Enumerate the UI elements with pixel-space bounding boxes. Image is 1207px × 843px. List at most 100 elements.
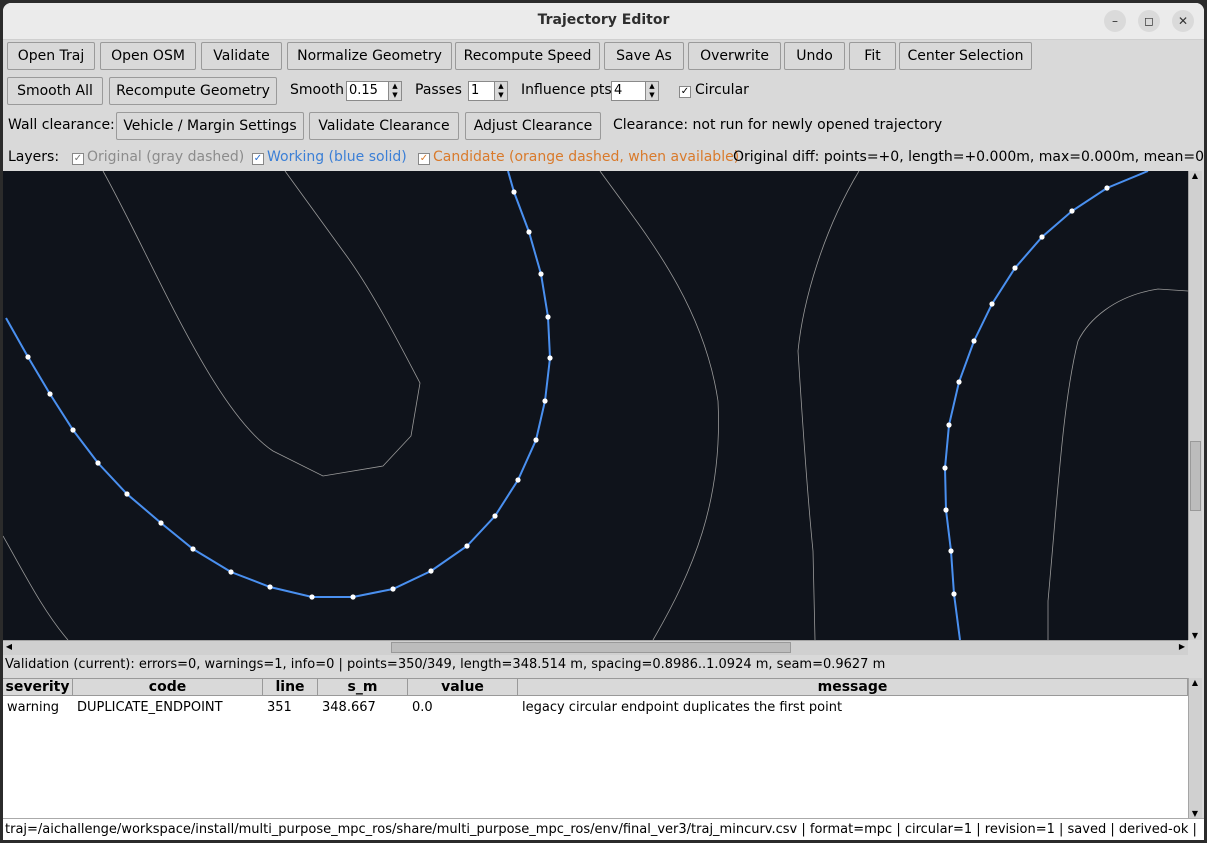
track-boundary-line bbox=[3, 535, 69, 640]
working-trajectory-line[interactable] bbox=[5, 171, 552, 598]
trajectory-point[interactable] bbox=[538, 271, 544, 277]
candidate-layer-label: Candidate (orange dashed, when available… bbox=[433, 149, 740, 165]
trajectory-point[interactable] bbox=[971, 338, 977, 344]
trajectory-point[interactable] bbox=[515, 477, 521, 483]
issues-table[interactable]: severity code line s_m value message war… bbox=[3, 678, 1188, 819]
column-header-s-m[interactable]: s_m bbox=[318, 679, 408, 696]
spin-down-icon[interactable]: ▼ bbox=[494, 91, 507, 100]
working-trajectory-line[interactable] bbox=[943, 171, 1149, 640]
overwrite-button[interactable]: Overwrite bbox=[688, 42, 781, 70]
trajectory-point[interactable] bbox=[1104, 185, 1110, 191]
working-layer-checkbox[interactable]: ✓ bbox=[252, 153, 264, 165]
scroll-down-icon[interactable]: ▼ bbox=[1189, 809, 1201, 818]
adjust-clearance-button[interactable]: Adjust Clearance bbox=[465, 112, 601, 140]
trajectory-point[interactable] bbox=[1069, 208, 1075, 214]
trajectory-point[interactable] bbox=[511, 189, 517, 195]
fit-button[interactable]: Fit bbox=[849, 42, 896, 70]
trajectory-point[interactable] bbox=[428, 568, 434, 574]
trajectory-point[interactable] bbox=[95, 460, 101, 466]
trajectory-point[interactable] bbox=[948, 548, 954, 554]
trajectory-point[interactable] bbox=[542, 398, 548, 404]
scroll-left-icon[interactable]: ◀ bbox=[3, 642, 15, 651]
candidate-layer-checkbox[interactable]: ✓ bbox=[418, 153, 430, 165]
save-as-button[interactable]: Save As bbox=[604, 42, 684, 70]
spin-down-icon[interactable]: ▼ bbox=[388, 91, 401, 100]
close-icon[interactable]: ✕ bbox=[1172, 10, 1194, 32]
minimize-icon[interactable]: – bbox=[1104, 10, 1126, 32]
validate-clearance-button[interactable]: Validate Clearance bbox=[309, 112, 459, 140]
trajectory-point[interactable] bbox=[943, 507, 949, 513]
passes-label: Passes bbox=[415, 82, 462, 98]
clearance-status: Clearance: not run for newly opened traj… bbox=[613, 117, 943, 133]
smooth-label: Smooth bbox=[290, 82, 345, 98]
trajectory-point[interactable] bbox=[989, 301, 995, 307]
original-layer-checkbox[interactable]: ✓ bbox=[72, 153, 84, 165]
validate-button[interactable]: Validate bbox=[201, 42, 282, 70]
spin-up-icon[interactable]: ▲ bbox=[494, 82, 507, 91]
trajectory-point[interactable] bbox=[1039, 234, 1045, 240]
open-traj-button[interactable]: Open Traj bbox=[7, 42, 95, 70]
column-header-message[interactable]: message bbox=[518, 679, 1188, 696]
spin-down-icon[interactable]: ▼ bbox=[645, 91, 658, 100]
maximize-icon[interactable]: ◻ bbox=[1138, 10, 1160, 32]
trajectory-point[interactable] bbox=[228, 569, 234, 575]
spin-up-icon[interactable]: ▲ bbox=[645, 82, 658, 91]
influence-value: 4 bbox=[614, 83, 623, 98]
scroll-right-icon[interactable]: ▶ bbox=[1176, 642, 1188, 651]
scroll-down-icon[interactable]: ▼ bbox=[1189, 631, 1201, 640]
trajectory-point[interactable] bbox=[942, 465, 948, 471]
trajectory-point[interactable] bbox=[951, 591, 957, 597]
trajectory-point[interactable] bbox=[526, 229, 532, 235]
trajectory-point[interactable] bbox=[390, 586, 396, 592]
trajectory-point[interactable] bbox=[350, 594, 356, 600]
trajectory-point[interactable] bbox=[1012, 265, 1018, 271]
normalize-geometry-button[interactable]: Normalize Geometry bbox=[287, 42, 452, 70]
vehicle-margin-settings-button[interactable]: Vehicle / Margin Settings bbox=[116, 112, 304, 140]
influence-label: Influence pts bbox=[521, 82, 612, 98]
open-osm-button[interactable]: Open OSM bbox=[100, 42, 196, 70]
cell-line: 351 bbox=[267, 700, 292, 715]
vertical-scrollbar[interactable]: ▲ ▼ bbox=[1188, 171, 1202, 640]
scroll-up-icon[interactable]: ▲ bbox=[1189, 678, 1201, 687]
trajectory-points[interactable] bbox=[25, 185, 1110, 600]
column-header-line[interactable]: line bbox=[263, 679, 318, 696]
horizontal-scrollbar[interactable]: ◀ ▶ bbox=[3, 640, 1188, 655]
vertical-scroll-thumb[interactable] bbox=[1190, 441, 1201, 511]
center-selection-button[interactable]: Center Selection bbox=[899, 42, 1032, 70]
trajectory-point[interactable] bbox=[946, 422, 952, 428]
trajectory-point[interactable] bbox=[25, 354, 31, 360]
recompute-geometry-button[interactable]: Recompute Geometry bbox=[109, 77, 277, 105]
column-header-code[interactable]: code bbox=[73, 679, 263, 696]
table-vertical-scrollbar[interactable]: ▲ ▼ bbox=[1188, 678, 1202, 818]
undo-button[interactable]: Undo bbox=[784, 42, 845, 70]
trajectory-point[interactable] bbox=[70, 427, 76, 433]
column-header-value[interactable]: value bbox=[408, 679, 518, 696]
smooth-all-button[interactable]: Smooth All bbox=[7, 77, 103, 105]
trajectory-point[interactable] bbox=[47, 391, 53, 397]
map-canvas[interactable] bbox=[3, 171, 1188, 640]
horizontal-scroll-thumb[interactable] bbox=[391, 642, 791, 653]
passes-spinbox[interactable]: 1 ▲ ▼ bbox=[468, 81, 508, 101]
column-header-severity[interactable]: severity bbox=[3, 679, 73, 696]
scroll-up-icon[interactable]: ▲ bbox=[1189, 171, 1201, 180]
trajectory-point[interactable] bbox=[190, 546, 196, 552]
working-layer-label: Working (blue solid) bbox=[267, 149, 407, 165]
trajectory-point[interactable] bbox=[464, 543, 470, 549]
track-boundaries bbox=[3, 171, 1188, 640]
trajectory-point[interactable] bbox=[267, 584, 273, 590]
map-svg[interactable] bbox=[3, 171, 1188, 640]
spin-up-icon[interactable]: ▲ bbox=[388, 82, 401, 91]
recompute-speed-button[interactable]: Recompute Speed bbox=[455, 42, 600, 70]
trajectory-point[interactable] bbox=[492, 513, 498, 519]
influence-spinbox[interactable]: 4 ▲ ▼ bbox=[611, 81, 659, 101]
trajectory-point[interactable] bbox=[547, 355, 553, 361]
trajectory-point[interactable] bbox=[309, 594, 315, 600]
trajectory-point[interactable] bbox=[124, 491, 130, 497]
smooth-spinbox[interactable]: 0.15 ▲ ▼ bbox=[346, 81, 402, 101]
trajectory-point[interactable] bbox=[545, 314, 551, 320]
trajectory-point[interactable] bbox=[956, 379, 962, 385]
trajectory-point[interactable] bbox=[158, 520, 164, 526]
track-boundary-line bbox=[599, 171, 719, 640]
trajectory-point[interactable] bbox=[533, 437, 539, 443]
circular-checkbox[interactable]: ✓ bbox=[679, 86, 691, 98]
